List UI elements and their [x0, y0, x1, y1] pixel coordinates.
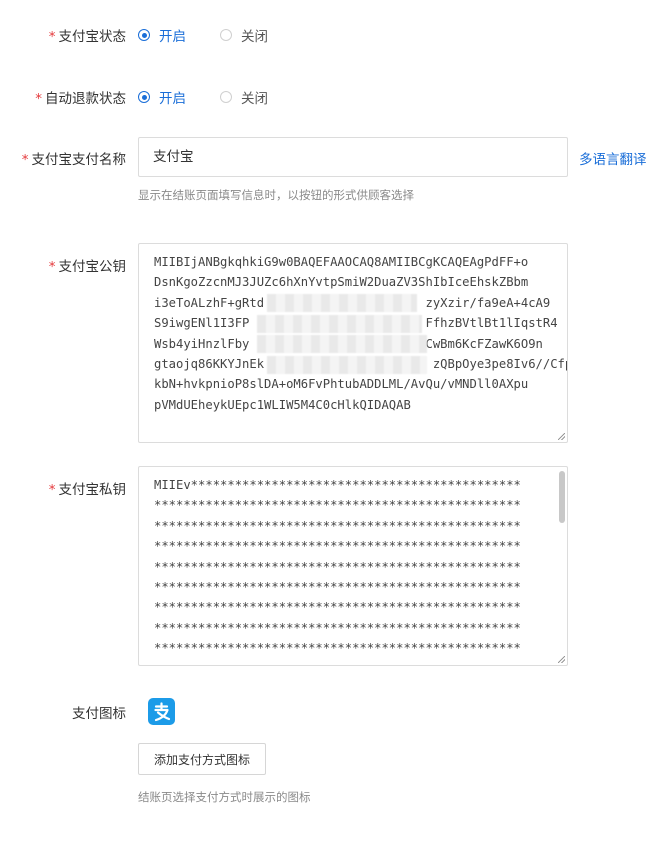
private-key-label: * 支付宝私钥	[48, 482, 126, 498]
translate-link[interactable]: 多语言翻译	[579, 148, 647, 168]
scrollbar-thumb[interactable]	[559, 471, 565, 523]
required-mark: *	[48, 482, 56, 498]
alipay-status-on-radio[interactable]: 开启	[138, 25, 186, 45]
alipay-name-hint: 显示在结账页面填写信息时，以按钮的形式供顾客选择	[138, 188, 414, 202]
private-key-text: MIIEv***********************************…	[154, 478, 521, 656]
redaction-blur	[257, 335, 427, 353]
public-key-textarea[interactable]: MIIBIjANBgkqhkiG9w0BAQEFAAOCAQ8AMIIBCgKC…	[138, 243, 568, 443]
auto-refund-on-radio[interactable]: 开启	[138, 87, 186, 107]
pay-icon-label: 支付图标	[72, 706, 126, 722]
required-mark: *	[48, 259, 56, 275]
alipay-name-label: * 支付宝支付名称	[21, 152, 126, 168]
resize-handle[interactable]	[558, 656, 565, 663]
auto-refund-status-label: * 自动退款状态	[35, 91, 126, 107]
required-mark: *	[35, 91, 42, 107]
radio-dot	[220, 29, 232, 41]
radio-dot	[138, 91, 150, 103]
required-mark: *	[21, 152, 29, 168]
alipay-name-input[interactable]: 支付宝	[138, 137, 568, 177]
alipay-status-off-radio[interactable]: 关闭	[220, 25, 268, 45]
redaction-blur	[267, 356, 427, 374]
add-pay-icon-button[interactable]: 添加支付方式图标	[138, 743, 266, 775]
redaction-blur	[257, 315, 422, 333]
auto-refund-off-radio[interactable]: 关闭	[220, 87, 268, 107]
resize-handle[interactable]	[558, 433, 565, 440]
public-key-label: * 支付宝公钥	[48, 259, 126, 275]
alipay-status-label: * 支付宝状态	[48, 29, 126, 45]
radio-dot	[220, 91, 232, 103]
pay-icon-hint: 结账页选择支付方式时展示的图标	[138, 790, 311, 804]
redaction-blur	[267, 294, 417, 312]
alipay-icon	[148, 698, 175, 725]
required-mark: *	[48, 29, 56, 45]
radio-dot	[138, 29, 150, 41]
private-key-textarea[interactable]: MIIEv***********************************…	[138, 466, 568, 666]
